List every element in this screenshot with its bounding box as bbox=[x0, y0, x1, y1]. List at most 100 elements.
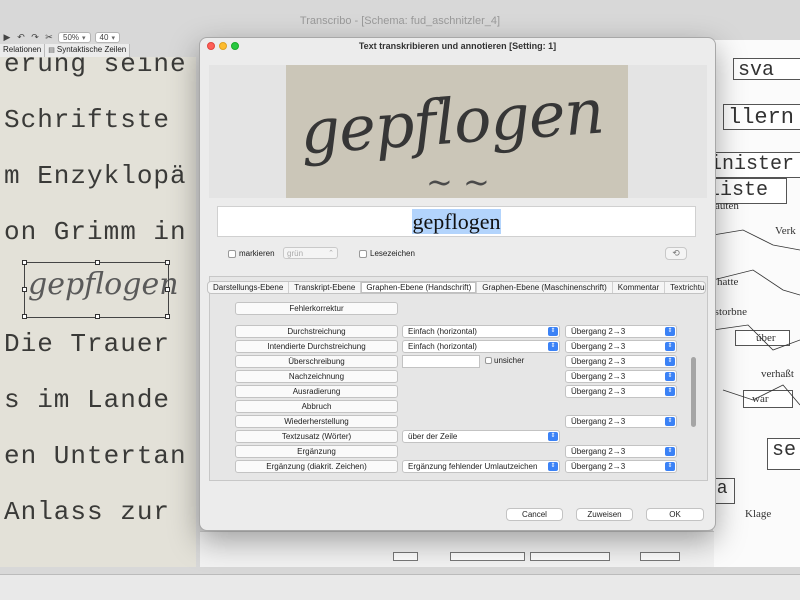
resize-handle[interactable] bbox=[22, 314, 27, 319]
chevron-updown-icon: ⇕ bbox=[548, 342, 558, 351]
resize-handle[interactable] bbox=[165, 314, 170, 319]
tab-kommentar[interactable]: Kommentar bbox=[613, 282, 666, 293]
resize-handle[interactable] bbox=[165, 287, 170, 292]
textzusatz-button[interactable]: Textzusatz (Wörter) bbox=[235, 430, 398, 443]
abbruch-button[interactable]: Abbruch bbox=[235, 400, 398, 413]
history-button[interactable]: ⟲ bbox=[665, 247, 687, 260]
tab-relationen[interactable]: Relationen bbox=[0, 44, 46, 57]
tab-syntaktische-zeilen[interactable]: ▤ Syntaktische Zeilen bbox=[45, 44, 131, 57]
durchstreichung-button[interactable]: Durchstreichung bbox=[235, 325, 398, 338]
durchstreichung-transition-select[interactable]: Übergang 2→3 ⇕ bbox=[565, 325, 677, 338]
resize-handle[interactable] bbox=[95, 260, 100, 265]
transcript-text: gepflogen bbox=[411, 209, 502, 234]
ueberschreibung-transition-select[interactable]: Übergang 2→3 ⇕ bbox=[565, 355, 677, 368]
ergaenzung-button[interactable]: Ergänzung bbox=[235, 445, 398, 458]
resize-handle[interactable] bbox=[165, 260, 170, 265]
document-scan-right[interactable]: sva llern inister liste auten Verk hatte… bbox=[713, 40, 800, 567]
chevron-updown-icon: ⇕ bbox=[665, 342, 675, 351]
scan-line: s im Lande bbox=[4, 385, 171, 415]
resize-handle[interactable] bbox=[22, 287, 27, 292]
ergaenzung-diakrit-type-select[interactable]: Ergänzung fehlender Umlautzeichen ⇕ bbox=[402, 460, 560, 473]
unsicher-checkbox[interactable] bbox=[485, 357, 492, 365]
image-preview-area: gepflogen ~ ~ bbox=[209, 65, 707, 198]
cancel-button[interactable]: Cancel bbox=[506, 508, 563, 521]
tab-transkript-ebene[interactable]: Transkript-Ebene bbox=[289, 282, 362, 293]
chevron-updown-icon: ⇕ bbox=[665, 387, 675, 396]
cut-icon[interactable]: ✂ bbox=[44, 32, 54, 43]
textzusatz-position-select[interactable]: über der Zeile ⇕ bbox=[402, 430, 560, 443]
durchstreichung-type-select[interactable]: Einfach (horizontal) ⇕ bbox=[402, 325, 560, 338]
select-value: Übergang 2→3 bbox=[571, 327, 626, 336]
annotation-lines bbox=[713, 229, 800, 406]
tab-textrichtung[interactable]: Textrichtung bbox=[665, 282, 705, 293]
nachzeichnung-button[interactable]: Nachzeichnung bbox=[235, 370, 398, 383]
annotation-list[interactable]: Fehlerkorrektur Durchstreichung Einfach … bbox=[215, 294, 700, 474]
select-value: Einfach (horizontal) bbox=[408, 327, 477, 336]
ueberschreibung-button[interactable]: Überschreibung bbox=[235, 355, 398, 368]
chevron-updown-icon: ⇕ bbox=[548, 462, 558, 471]
nachzeichnung-transition-select[interactable]: Übergang 2→3 ⇕ bbox=[565, 370, 677, 383]
play-icon[interactable]: ▶ bbox=[2, 32, 12, 43]
tab-graphen-ebene-maschinenschrift[interactable]: Graphen-Ebene (Maschinenschrift) bbox=[477, 282, 613, 293]
ausradierung-transition-select[interactable]: Übergang 2→3 ⇕ bbox=[565, 385, 677, 398]
size-select[interactable]: 40 ▾ bbox=[94, 31, 120, 43]
scan-line: erung seine bbox=[4, 57, 187, 79]
list-item: Textzusatz (Wörter) über der Zeile ⇕ bbox=[215, 430, 700, 444]
chevron-updown-icon: ⌃ bbox=[328, 250, 334, 257]
tab-darstellungs-ebene[interactable]: Darstellungs-Ebene bbox=[208, 282, 290, 293]
app-tabbar: Relationen ▤ Syntaktische Zeilen bbox=[0, 44, 210, 57]
fehlerkorrektur-button[interactable]: Fehlerkorrektur bbox=[235, 302, 398, 315]
word-selection-box[interactable] bbox=[22, 260, 170, 319]
scan-word: Klage bbox=[745, 508, 772, 520]
undo-icon[interactable]: ↶ bbox=[16, 32, 26, 43]
size-value: 40 bbox=[99, 32, 109, 42]
ok-button[interactable]: OK bbox=[646, 508, 704, 521]
options-row: markieren grün ⌃ Lesezeichen ⟲ bbox=[228, 247, 693, 261]
color-select[interactable]: grün ⌃ bbox=[283, 247, 338, 259]
chevron-updown-icon: ⇕ bbox=[665, 462, 675, 471]
list-item: Fehlerkorrektur bbox=[215, 302, 700, 316]
resize-handle[interactable] bbox=[22, 260, 27, 265]
wiederherstellung-transition-select[interactable]: Übergang 2→3 ⇕ bbox=[565, 415, 677, 428]
ergaenzung-diakrit-button[interactable]: Ergänzung (diakrit. Zeichen) bbox=[235, 460, 398, 473]
wiederherstellung-button[interactable]: Wiederherstellung bbox=[235, 415, 398, 428]
ergaenzung-transition-select[interactable]: Übergang 2→3 ⇕ bbox=[565, 445, 677, 458]
scan-word: sva bbox=[733, 58, 800, 80]
app-title: Transcribo - [Schema: fud_aschnitzler_4] bbox=[299, 15, 501, 27]
document-scan-left[interactable]: erung seine Schriftste m Enzyklopä on Gr… bbox=[0, 57, 196, 567]
resize-handle[interactable] bbox=[95, 314, 100, 319]
markieren-checkbox[interactable] bbox=[228, 249, 236, 258]
lesezeichen-label: Lesezeichen bbox=[370, 249, 415, 258]
app-toolbar: ▶ ↶ ↷ ✂ 50% ▾ 40 ▾ bbox=[0, 30, 210, 44]
tab-graphen-ebene-handschrift[interactable]: Graphen-Ebene (Handschrift) bbox=[361, 282, 478, 293]
chevron-updown-icon: ⇕ bbox=[548, 432, 558, 441]
redo-icon[interactable]: ↷ bbox=[30, 32, 40, 43]
ueberschreibung-input[interactable] bbox=[402, 355, 480, 368]
scan-box bbox=[450, 552, 525, 561]
transcript-input[interactable]: gepflogen bbox=[217, 206, 696, 237]
scan-line: Anlass zur bbox=[4, 497, 171, 527]
chevron-down-icon: ▾ bbox=[82, 34, 86, 42]
scan-word: inister bbox=[713, 152, 800, 178]
lesezeichen-option[interactable]: Lesezeichen bbox=[359, 249, 415, 258]
ausradierung-button[interactable]: Ausradierung bbox=[235, 385, 398, 398]
select-value: Übergang 2→3 bbox=[571, 387, 626, 396]
list-item: Ausradierung Übergang 2→3 ⇕ bbox=[215, 385, 700, 399]
chevron-updown-icon: ⇕ bbox=[665, 327, 675, 336]
unsicher-option[interactable]: unsicher bbox=[485, 356, 524, 365]
intendierte-durchstreichung-type-select[interactable]: Einfach (horizontal) ⇕ bbox=[402, 340, 560, 353]
list-scrollbar[interactable] bbox=[691, 357, 696, 427]
intendierte-durchstreichung-transition-select[interactable]: Übergang 2→3 ⇕ bbox=[565, 340, 677, 353]
lesezeichen-checkbox[interactable] bbox=[359, 249, 367, 258]
chevron-updown-icon: ⇕ bbox=[665, 372, 675, 381]
annotation-tabbar: Darstellungs-Ebene Transkript-Ebene Grap… bbox=[207, 281, 706, 294]
zoom-select[interactable]: 50% ▾ bbox=[58, 31, 91, 43]
select-value: Übergang 2→3 bbox=[571, 357, 626, 366]
ergaenzung-diakrit-transition-select[interactable]: Übergang 2→3 ⇕ bbox=[565, 460, 677, 473]
select-value: Übergang 2→3 bbox=[571, 447, 626, 456]
markieren-option[interactable]: markieren bbox=[228, 249, 275, 258]
list-item: Intendierte Durchstreichung Einfach (hor… bbox=[215, 340, 700, 354]
assign-button[interactable]: Zuweisen bbox=[576, 508, 633, 521]
intendierte-durchstreichung-button[interactable]: Intendierte Durchstreichung bbox=[235, 340, 398, 353]
list-item: Nachzeichnung Übergang 2→3 ⇕ bbox=[215, 370, 700, 384]
